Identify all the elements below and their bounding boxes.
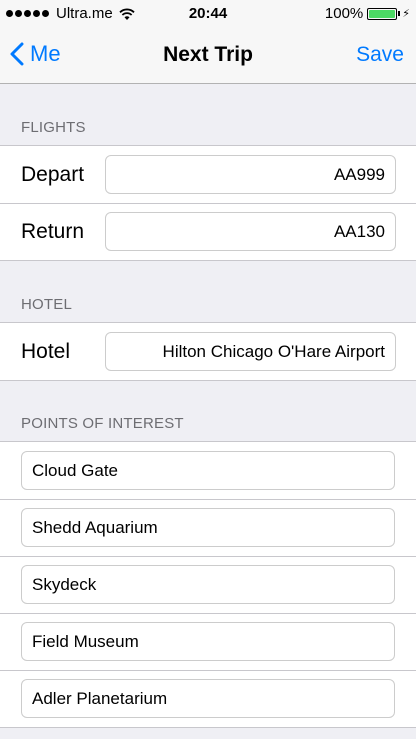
save-button[interactable]: Save [356,43,404,67]
hotel-section-header: HOTEL [21,296,73,313]
hotel-row: Hotel Hilton Chicago O'Hare Airport [0,323,416,380]
return-field[interactable]: AA130 [105,212,396,251]
return-label: Return [21,220,85,243]
list-item: Adler Planetarium [0,670,416,727]
depart-label: Depart [21,163,85,186]
list-item: Skydeck [0,556,416,613]
list-item: Field Museum [0,613,416,670]
navigation-bar: Me Next Trip Save [0,28,416,84]
return-row: Return AA130 [0,203,416,260]
hotel-field[interactable]: Hilton Chicago O'Hare Airport [105,332,396,371]
poi-field-4[interactable]: Field Museum [21,622,395,661]
battery-icon [367,7,401,20]
hotel-group: Hotel Hilton Chicago O'Hare Airport [0,322,416,381]
page-title: Next Trip [163,43,253,66]
list-item: Shedd Aquarium [0,499,416,556]
battery-percent: 100% [324,5,364,22]
charging-bolt-icon: ⚡ [402,8,410,20]
status-right: 100% ⚡ [325,5,410,22]
depart-row: Depart AA999 [0,146,416,203]
poi-field-2[interactable]: Shedd Aquarium [21,508,395,547]
list-item: Cloud Gate [0,442,416,499]
poi-field-3[interactable]: Skydeck [21,565,395,604]
flights-section-header: FLIGHTS [21,119,86,136]
status-bar: Ultra.me 20:44 100% ⚡ [0,0,416,28]
hotel-label: Hotel [21,340,71,363]
depart-field[interactable]: AA999 [105,155,396,194]
flights-group: Depart AA999 Return AA130 [0,145,416,261]
poi-field-1[interactable]: Cloud Gate [21,451,395,490]
points-of-interest-group: Cloud Gate Shedd Aquarium Skydeck Field … [0,441,416,728]
poi-field-5[interactable]: Adler Planetarium [21,679,395,718]
points-of-interest-section-header: POINTS OF INTEREST [21,415,184,432]
